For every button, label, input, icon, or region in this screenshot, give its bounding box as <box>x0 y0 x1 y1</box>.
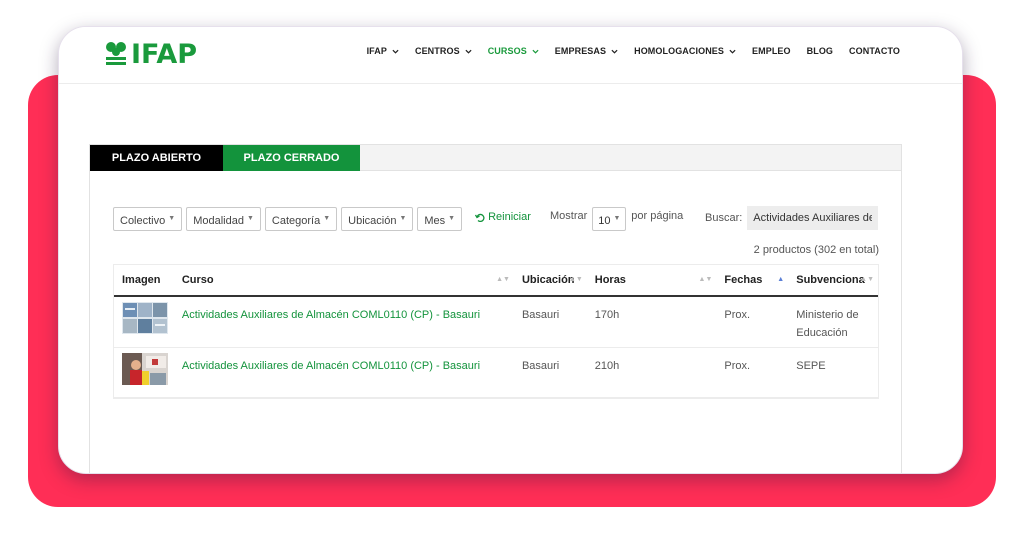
browser-window: IFAP IFAP CENTROS CURSOS EMPRESAS HOMOLO… <box>58 26 963 474</box>
dropdown-label: Mes <box>424 215 446 227</box>
dropdown-label: Categoría <box>271 215 321 227</box>
nav-label: EMPLEO <box>752 46 791 56</box>
sort-icon: ▲▼ <box>568 276 583 283</box>
chevron-down-icon <box>729 49 736 54</box>
courses-panel: PLAZO ABIERTO PLAZO CERRADO Colectivo ▼ … <box>89 144 902 473</box>
dropdown-label: Ubicación <box>348 215 397 227</box>
course-link[interactable]: Actividades Auxiliares de Almacén COML01… <box>174 297 514 347</box>
caret-down-icon: ▼ <box>323 214 331 222</box>
per-page-value: 10 <box>598 215 611 227</box>
sort-icon: ▲▼ <box>860 276 874 283</box>
nav-label: HOMOLOGACIONES <box>634 46 725 56</box>
course-link[interactable]: Actividades Auxiliares de Almacén COML01… <box>174 348 514 397</box>
table-row: Actividades Auxiliares de Almacén COML01… <box>114 297 878 348</box>
course-dates: Prox. <box>724 360 751 372</box>
course-location: Basauri <box>521 360 560 372</box>
nav-label: CENTROS <box>414 46 460 56</box>
caret-down-icon: ▼ <box>613 214 621 222</box>
chevron-down-icon <box>532 49 539 54</box>
dropdown-label: Colectivo <box>120 215 166 227</box>
column-header-imagen: Imagen <box>114 264 174 296</box>
page-size-control: Mostrar 10 ▼ por página <box>550 207 683 231</box>
nav-item-homologaciones[interactable]: HOMOLOGACIONES <box>634 46 736 56</box>
search-control: Buscar: <box>705 206 879 230</box>
per-page-select[interactable]: 10 ▼ <box>592 207 627 231</box>
column-header-subvenciona[interactable]: Subvenciona ▲▼ <box>788 264 878 296</box>
funder-line: SEPE <box>796 360 826 372</box>
nav-label: CURSOS <box>487 46 527 56</box>
chevron-down-icon <box>465 49 472 54</box>
dropdown-label: Modalidad <box>193 215 244 227</box>
reset-label: Reiniciar <box>488 211 531 223</box>
column-header-fechas[interactable]: Fechas ▲ <box>716 264 788 296</box>
filter-ubicacion-dropdown[interactable]: Ubicación ▼ <box>341 207 414 231</box>
header-label: Curso <box>181 274 214 286</box>
header-label: Subvenciona <box>796 274 865 286</box>
course-thumbnail-cell <box>114 297 174 347</box>
table-row: Actividades Auxiliares de Almacén COML01… <box>114 348 878 398</box>
funder-line: Ministerio de <box>796 309 859 321</box>
logo-mark-icon <box>106 42 126 65</box>
filter-bar: Colectivo ▼ Modalidad ▼ Categoría ▼ Ubic… <box>113 207 531 231</box>
reset-filters-button[interactable]: Reiniciar <box>475 211 531 223</box>
filter-mes-dropdown[interactable]: Mes ▼ <box>417 207 463 231</box>
caret-down-icon: ▼ <box>448 214 456 222</box>
caret-down-icon: ▼ <box>168 214 176 222</box>
course-funder: Ministerio de Educación <box>788 297 878 347</box>
filter-modalidad-dropdown[interactable]: Modalidad ▼ <box>186 207 261 231</box>
nav-item-ifap[interactable]: IFAP <box>367 46 399 56</box>
chevron-down-icon <box>392 49 399 54</box>
nav-item-blog[interactable]: BLOG <box>807 46 833 56</box>
show-label: Mostrar <box>550 210 588 222</box>
column-header-ubicacion[interactable]: Ubicación ▲▼ <box>514 264 587 296</box>
caret-down-icon: ▼ <box>246 214 254 222</box>
site-header: IFAP IFAP CENTROS CURSOS EMPRESAS HOMOLO… <box>59 27 962 84</box>
sort-ascending-icon: ▲ <box>777 276 785 283</box>
nav-label: BLOG <box>806 46 834 56</box>
header-label: Fechas <box>724 274 763 286</box>
column-header-curso[interactable]: Curso ▲▼ <box>174 264 514 296</box>
column-header-horas[interactable]: Horas ▲▼ <box>587 264 717 296</box>
course-funder: SEPE <box>788 348 878 397</box>
course-hours: 170h <box>594 309 620 321</box>
tab-plazo-cerrado[interactable]: PLAZO CERRADO <box>223 145 360 171</box>
logo-text: IFAP <box>131 39 198 70</box>
nav-item-centros[interactable]: CENTROS <box>415 46 472 56</box>
nav-label: IFAP <box>366 46 387 56</box>
table-header: Imagen Curso ▲▼ Ubicación ▲▼ Horas ▲▼ Fe… <box>114 265 878 297</box>
filter-colectivo-dropdown[interactable]: Colectivo ▼ <box>113 207 183 231</box>
results-count: 2 productos (302 en total) <box>753 244 879 256</box>
nav-item-cursos[interactable]: CURSOS <box>488 46 539 56</box>
header-label: Imagen <box>122 274 161 286</box>
nav-item-empresas[interactable]: EMPRESAS <box>555 46 618 56</box>
undo-icon <box>475 213 485 222</box>
chevron-down-icon <box>611 49 618 54</box>
search-input[interactable] <box>747 206 879 230</box>
main-nav: IFAP CENTROS CURSOS EMPRESAS HOMOLOGACIO… <box>367 46 900 56</box>
caret-down-icon: ▼ <box>399 214 407 222</box>
sort-icon: ▲▼ <box>698 276 713 283</box>
site-logo[interactable]: IFAP <box>105 39 197 71</box>
header-label: Horas <box>594 274 626 286</box>
course-dates: Prox. <box>724 309 751 321</box>
filter-categoria-dropdown[interactable]: Categoría ▼ <box>264 207 338 231</box>
header-label: Ubicación <box>521 274 575 286</box>
course-thumbnail-image[interactable] <box>122 302 168 334</box>
deadline-tabs: PLAZO ABIERTO PLAZO CERRADO <box>90 145 901 171</box>
courses-table: Imagen Curso ▲▼ Ubicación ▲▼ Horas ▲▼ Fe… <box>113 264 879 399</box>
nav-label: CONTACTO <box>849 46 900 56</box>
sort-icon: ▲▼ <box>496 276 510 283</box>
tab-plazo-abierto[interactable]: PLAZO ABIERTO <box>90 145 223 171</box>
nav-item-empleo[interactable]: EMPLEO <box>752 46 791 56</box>
search-label: Buscar: <box>705 212 743 224</box>
course-thumbnail-cell <box>114 348 174 397</box>
nav-item-contacto[interactable]: CONTACTO <box>849 46 900 56</box>
course-location: Basauri <box>521 309 560 321</box>
nav-label: EMPRESAS <box>554 46 607 56</box>
course-hours: 210h <box>594 360 620 372</box>
per-page-label: por página <box>631 210 684 222</box>
funder-line: Educación <box>796 327 848 339</box>
course-thumbnail-image[interactable] <box>122 353 168 385</box>
